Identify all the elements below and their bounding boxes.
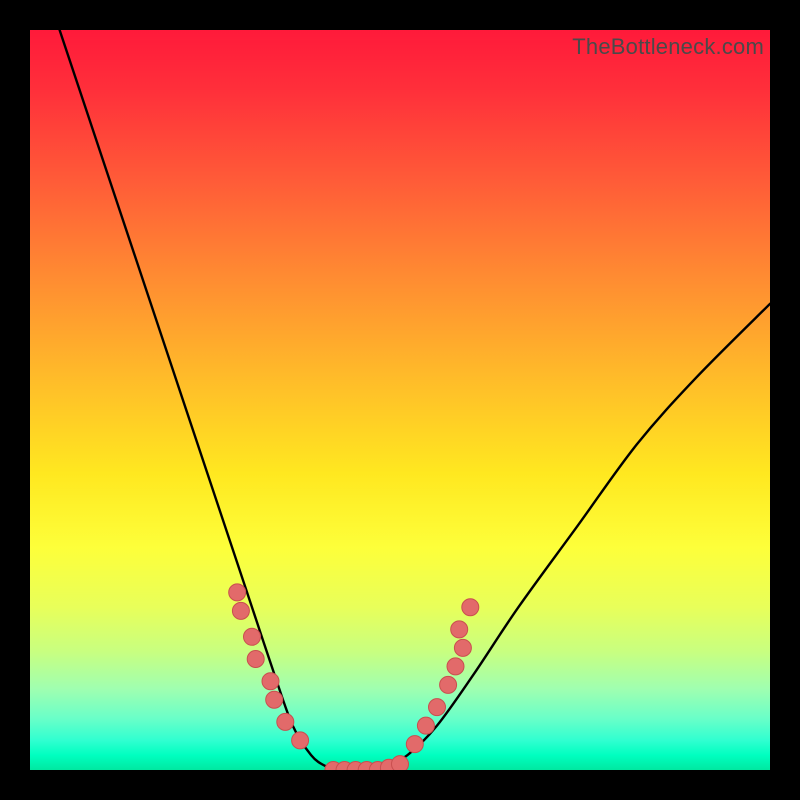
data-marker bbox=[451, 621, 468, 638]
marker-layer bbox=[229, 584, 479, 770]
bottleneck-curve bbox=[60, 30, 770, 770]
data-marker bbox=[447, 658, 464, 675]
data-marker bbox=[392, 756, 409, 770]
data-marker bbox=[229, 584, 246, 601]
curve-layer bbox=[60, 30, 770, 770]
data-marker bbox=[244, 628, 261, 645]
data-marker bbox=[292, 732, 309, 749]
chart-frame: TheBottleneck.com bbox=[0, 0, 800, 800]
data-marker bbox=[440, 676, 457, 693]
data-marker bbox=[429, 699, 446, 716]
data-marker bbox=[262, 673, 279, 690]
data-marker bbox=[454, 639, 471, 656]
data-marker bbox=[232, 602, 249, 619]
chart-svg bbox=[30, 30, 770, 770]
data-marker bbox=[247, 651, 264, 668]
data-marker bbox=[277, 713, 294, 730]
plot-area: TheBottleneck.com bbox=[30, 30, 770, 770]
data-marker bbox=[417, 717, 434, 734]
data-marker bbox=[406, 736, 423, 753]
data-marker bbox=[462, 599, 479, 616]
data-marker bbox=[266, 691, 283, 708]
